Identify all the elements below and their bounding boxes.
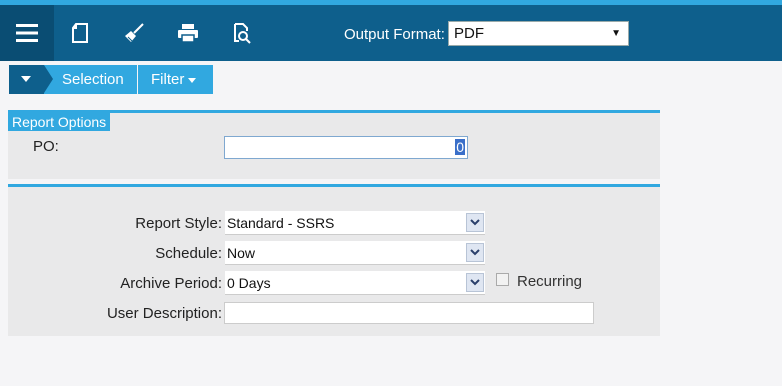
- new-button[interactable]: [66, 19, 94, 47]
- report-style-value: Standard - SSRS: [227, 215, 335, 231]
- report-options-panel: Report Options PO: 0: [8, 110, 660, 179]
- schedule-label: Schedule:: [155, 245, 222, 262]
- archive-period-label: Archive Period:: [120, 275, 222, 292]
- filter-button[interactable]: Filter: [138, 65, 213, 94]
- chevron-down-icon: [466, 213, 484, 232]
- filter-label: Filter: [151, 71, 185, 88]
- output-format-value: PDF: [454, 25, 484, 42]
- po-value: 0: [455, 139, 465, 155]
- chevron-down-icon: [466, 243, 484, 262]
- report-options-title: Report Options: [8, 113, 111, 131]
- user-description-input[interactable]: [224, 302, 594, 324]
- schedule-value: Now: [227, 245, 256, 261]
- caret-down-icon: [21, 76, 31, 82]
- recurring-checkbox[interactable]: [496, 273, 509, 286]
- new-document-icon: [72, 23, 88, 43]
- menu-button[interactable]: [0, 5, 54, 61]
- report-style-label: Report Style:: [135, 215, 222, 232]
- print-button[interactable]: [174, 19, 202, 47]
- caret-down-icon: [188, 77, 197, 83]
- hamburger-menu-icon: [16, 24, 38, 42]
- po-label: PO:: [33, 138, 59, 155]
- preview-button[interactable]: [228, 19, 256, 47]
- caret-down-icon: ▼: [611, 28, 621, 39]
- archive-period-value: 0 Days: [227, 275, 271, 291]
- report-style-select[interactable]: Standard - SSRS: [225, 211, 485, 235]
- report-settings-panel: Report Style: Standard - SSRS Schedule: …: [8, 184, 660, 336]
- archive-period-select[interactable]: 0 Days: [225, 271, 485, 295]
- breadcrumb-dropdown-button[interactable]: [9, 65, 44, 94]
- clear-broom-icon: [125, 23, 144, 42]
- chevron-down-icon: [466, 273, 484, 292]
- clear-button[interactable]: [120, 19, 148, 47]
- top-toolbar: Output Format: PDF ▼: [0, 5, 782, 61]
- breadcrumb-arrow: [44, 65, 53, 93]
- print-icon: [178, 24, 198, 43]
- preview-search-icon: [234, 23, 251, 44]
- output-format-label: Output Format:: [344, 26, 445, 43]
- schedule-select[interactable]: Now: [225, 241, 485, 265]
- recurring-label: Recurring: [517, 273, 583, 290]
- output-format-select[interactable]: PDF ▼: [448, 21, 629, 46]
- po-input[interactable]: 0: [224, 136, 468, 159]
- user-description-label: User Description:: [106, 305, 222, 322]
- breadcrumb-selection[interactable]: Selection: [42, 65, 137, 94]
